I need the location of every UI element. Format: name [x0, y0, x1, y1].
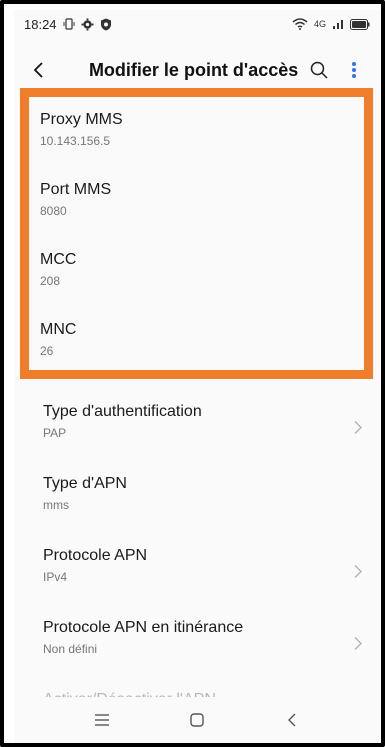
chevron-left-icon: [34, 62, 44, 78]
setting-value: mms: [43, 498, 69, 512]
setting-label: Port MMS: [40, 181, 112, 198]
setting-apn-roaming-protocol[interactable]: Protocole APN en itinérance Non défini: [14, 610, 380, 682]
nav-home-button[interactable]: [182, 705, 212, 735]
chevron-right-icon: [354, 636, 363, 656]
setting-value: 10.143.156.5: [40, 134, 111, 148]
setting-auth-type[interactable]: Type d'authentification PAP: [14, 394, 380, 466]
menu-icon: [94, 714, 109, 726]
home-square-icon: [190, 713, 204, 727]
highlighted-settings-list: Proxy MMS 10.143.156.5 Port MMS 8080 MCC…: [29, 97, 364, 377]
vibrate-icon: [63, 18, 75, 30]
nav-back-button[interactable]: [277, 705, 307, 735]
nav-menu-button[interactable]: [87, 705, 117, 735]
setting-value: PAP: [43, 426, 67, 440]
search-button[interactable]: [304, 55, 333, 85]
setting-value: Non défini: [43, 642, 98, 656]
phone-screen: 18:24 4G Modifier le point d'accès Proxy…: [14, 10, 380, 743]
setting-value: 208: [40, 274, 61, 288]
setting-value: 26: [40, 344, 54, 358]
page-title: Modifier le point d'accès: [88, 59, 299, 80]
setting-apn-protocol[interactable]: Protocole APN IPv4: [14, 538, 380, 610]
shield-icon: [100, 18, 112, 31]
setting-label: Type d'authentification: [43, 403, 202, 420]
settings-list: Type d'authentification PAP Type d'APN m…: [14, 394, 380, 722]
system-nav-bar: [14, 697, 380, 743]
chevron-right-icon: [354, 564, 363, 584]
setting-label: Protocole APN: [43, 547, 148, 564]
setting-proxy-mms[interactable]: Proxy MMS 10.143.156.5: [29, 97, 364, 167]
setting-label: Type d'APN: [43, 475, 127, 492]
search-icon: [310, 61, 328, 79]
back-button[interactable]: [26, 56, 53, 84]
setting-label: MNC: [40, 321, 77, 338]
app-header: Modifier le point d'accès: [14, 48, 380, 92]
status-left: 18:24: [24, 17, 112, 32]
highlighted-settings-group: Proxy MMS 10.143.156.5 Port MMS 8080 MCC…: [20, 88, 373, 379]
settings-gear-icon: [81, 17, 94, 31]
wifi-icon: [292, 18, 308, 30]
setting-value: 8080: [40, 204, 67, 218]
more-options-button[interactable]: [339, 55, 368, 85]
network-type-label: 4G: [313, 19, 326, 29]
setting-label: MCC: [40, 251, 77, 268]
chevron-right-icon: [354, 420, 363, 440]
setting-port-mms[interactable]: Port MMS 8080: [29, 167, 364, 237]
setting-apn-type[interactable]: Type d'APN mms: [14, 466, 380, 538]
status-time: 18:24: [24, 16, 57, 32]
device-frame: 18:24 4G Modifier le point d'accès Proxy…: [0, 0, 385, 747]
back-triangle-icon: [288, 713, 296, 727]
setting-label: Proxy MMS: [40, 111, 123, 128]
status-right: 4G: [292, 18, 370, 30]
setting-label: Protocole APN en itinérance: [43, 619, 244, 636]
setting-value: IPv4: [43, 570, 68, 584]
setting-mnc[interactable]: MNC 26: [29, 307, 364, 377]
setting-mcc[interactable]: MCC 208: [29, 237, 364, 307]
battery-icon: [350, 18, 370, 30]
signal-icon: [332, 18, 344, 30]
more-vertical-icon: [351, 62, 356, 78]
status-bar: 18:24 4G: [14, 10, 380, 38]
